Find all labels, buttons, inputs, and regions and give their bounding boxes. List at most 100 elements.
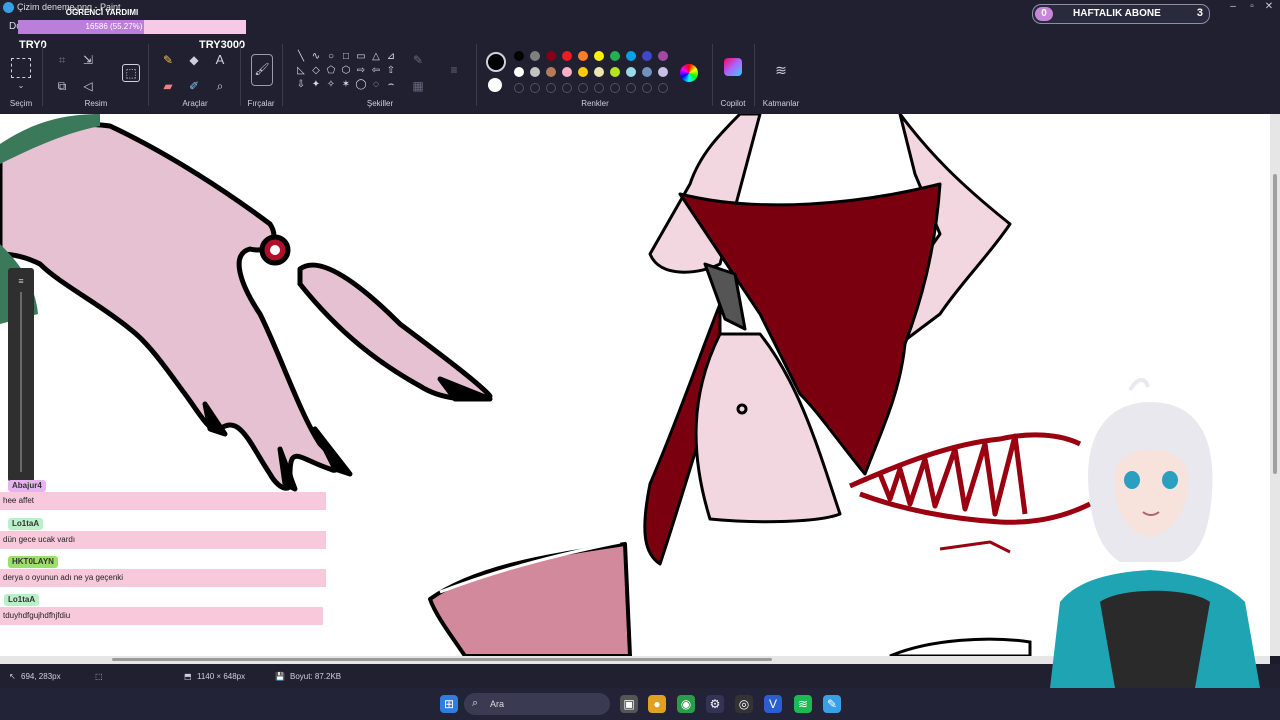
start-windows-icon[interactable]: ⊞ <box>440 695 458 713</box>
color-swatch[interactable] <box>530 67 540 77</box>
copilot-icon[interactable] <box>724 58 742 76</box>
color-picker-icon[interactable]: ✐ <box>186 78 202 94</box>
background-removal-icon[interactable]: ⧉ <box>54 78 70 94</box>
shape-item[interactable]: ⬠ <box>324 64 338 78</box>
shape-item[interactable]: □ <box>339 50 353 64</box>
color-swatch[interactable] <box>658 51 668 61</box>
custom-color-slot[interactable] <box>578 83 588 93</box>
obs-icon[interactable]: ◎ <box>735 695 753 713</box>
color-swatch[interactable] <box>610 51 620 61</box>
brush-icon[interactable]: 🖌 <box>251 54 273 86</box>
crop-icon[interactable]: ⌗ <box>54 52 70 68</box>
close-button[interactable]: ✕ <box>1262 1 1276 12</box>
color-swatch[interactable] <box>642 67 652 77</box>
color-swatch[interactable] <box>546 67 556 77</box>
shape-item[interactable]: ▭ <box>354 50 368 64</box>
custom-color-slot[interactable] <box>530 83 540 93</box>
custom-color-slot[interactable] <box>658 83 668 93</box>
horizontal-scroll-thumb[interactable] <box>112 658 772 661</box>
shape-item[interactable]: ⇩ <box>294 78 308 92</box>
shape-item[interactable]: ⊿ <box>384 50 398 64</box>
secondary-color-swatch[interactable] <box>488 78 502 92</box>
chat-message: dün gece ucak vardı <box>0 531 326 549</box>
group-copilot: Copilot <box>714 38 752 114</box>
color-swatch[interactable] <box>546 51 556 61</box>
color-swatch[interactable] <box>642 51 652 61</box>
custom-color-slot[interactable] <box>546 83 556 93</box>
taskbar-search[interactable]: ⌕ Ara <box>464 693 610 715</box>
shape-item[interactable]: ⇨ <box>354 64 368 78</box>
shape-item[interactable]: ⌢ <box>384 78 398 92</box>
grip-icon[interactable]: ≡ <box>14 276 28 286</box>
custom-color-slot[interactable] <box>610 83 620 93</box>
minimize-button[interactable]: – <box>1226 1 1240 12</box>
shape-item[interactable]: ○ <box>324 50 338 64</box>
group-label-copilot[interactable]: Copilot <box>714 99 752 108</box>
shape-item[interactable]: ◯ <box>354 78 368 92</box>
app-icon-v[interactable]: V <box>764 695 782 713</box>
color-swatch[interactable] <box>514 51 524 61</box>
group-image: ⌗ ⇲ ⬚ ⧉ ◁ Resim <box>46 38 146 114</box>
outline-icon[interactable]: ✎ <box>410 52 426 68</box>
color-swatch[interactable] <box>658 67 668 77</box>
side-volume-widget[interactable]: ≡ <box>8 268 34 482</box>
layers-icon[interactable]: ≋ <box>773 62 789 78</box>
text-tool-icon[interactable]: A <box>212 52 228 68</box>
color-swatch[interactable] <box>594 67 604 77</box>
shape-item[interactable]: ✶ <box>339 78 353 92</box>
size-icon[interactable]: ≡ <box>446 62 462 78</box>
shape-item[interactable]: ⬡ <box>339 64 353 78</box>
shape-item[interactable]: ╲ <box>294 50 308 64</box>
sub-label: HAFTALIK ABONE <box>1073 8 1161 19</box>
chrome-icon[interactable]: ◉ <box>677 695 695 713</box>
shape-item[interactable]: ⇦ <box>369 64 383 78</box>
shape-item[interactable]: ⇧ <box>384 64 398 78</box>
color-swatch[interactable] <box>578 67 588 77</box>
shape-item[interactable]: ✧ <box>324 78 338 92</box>
custom-color-slot[interactable] <box>514 83 524 93</box>
chevron-down-icon[interactable]: ⌄ <box>13 78 29 94</box>
edit-colors-icon[interactable] <box>680 64 698 82</box>
custom-color-slot[interactable] <box>562 83 572 93</box>
task-view-icon[interactable]: ▣ <box>620 695 638 713</box>
spotify-icon[interactable]: ≋ <box>794 695 812 713</box>
group-label-selection: Seçim <box>9 99 33 108</box>
group-label-layers[interactable]: Katmanlar <box>756 99 806 108</box>
fill-icon[interactable]: ▦ <box>410 78 426 94</box>
rotate-icon[interactable]: ◁ <box>80 78 96 94</box>
maximize-button[interactable]: ▫ <box>1245 1 1259 12</box>
select-rectangle-icon[interactable] <box>11 58 31 78</box>
volume-rail[interactable] <box>20 292 22 472</box>
fill-bucket-icon[interactable]: ◆ <box>186 52 202 68</box>
app-icon-steam[interactable]: ⚙ <box>706 695 724 713</box>
custom-color-slot[interactable] <box>626 83 636 93</box>
app-icon-notes[interactable]: ● <box>648 695 666 713</box>
color-swatch[interactable] <box>530 51 540 61</box>
shape-item[interactable]: ◺ <box>294 64 308 78</box>
eraser-icon[interactable]: ▰ <box>160 78 176 94</box>
custom-color-slot[interactable] <box>642 83 652 93</box>
color-swatch[interactable] <box>578 51 588 61</box>
color-swatch[interactable] <box>562 67 572 77</box>
divider <box>148 44 149 106</box>
custom-color-slot[interactable] <box>594 83 604 93</box>
color-swatch[interactable] <box>514 67 524 77</box>
shape-item[interactable]: ◌ <box>369 78 383 92</box>
shape-item[interactable]: △ <box>369 50 383 64</box>
color-swatch[interactable] <box>594 51 604 61</box>
shape-item[interactable]: ✦ <box>309 78 323 92</box>
color-swatch[interactable] <box>626 51 636 61</box>
image-select-icon[interactable]: ⬚ <box>122 64 140 82</box>
paint-taskbar-icon[interactable]: ✎ <box>823 695 841 713</box>
pencil-icon[interactable]: ✎ <box>160 52 176 68</box>
magnifier-icon[interactable]: ⌕ <box>212 78 228 94</box>
color-swatch[interactable] <box>562 51 572 61</box>
color-swatch[interactable] <box>626 67 636 77</box>
shape-item[interactable]: ◇ <box>309 64 323 78</box>
shape-item[interactable]: ∿ <box>309 50 323 64</box>
resize-icon[interactable]: ⇲ <box>80 52 96 68</box>
cursor-position: 694, 283px <box>21 672 61 681</box>
group-shapes: ╲ ∿ ○ □ ▭ △ ⊿ ◺ ◇ ⬠ ⬡ ⇨ ⇦ ⇧ ⇩ ✦ ✧ ✶ ◯ ◌ ⌢ ✎ ▦ ≡ Şekiller <box>286 38 474 114</box>
primary-color-swatch[interactable] <box>486 52 506 72</box>
color-swatch[interactable] <box>610 67 620 77</box>
